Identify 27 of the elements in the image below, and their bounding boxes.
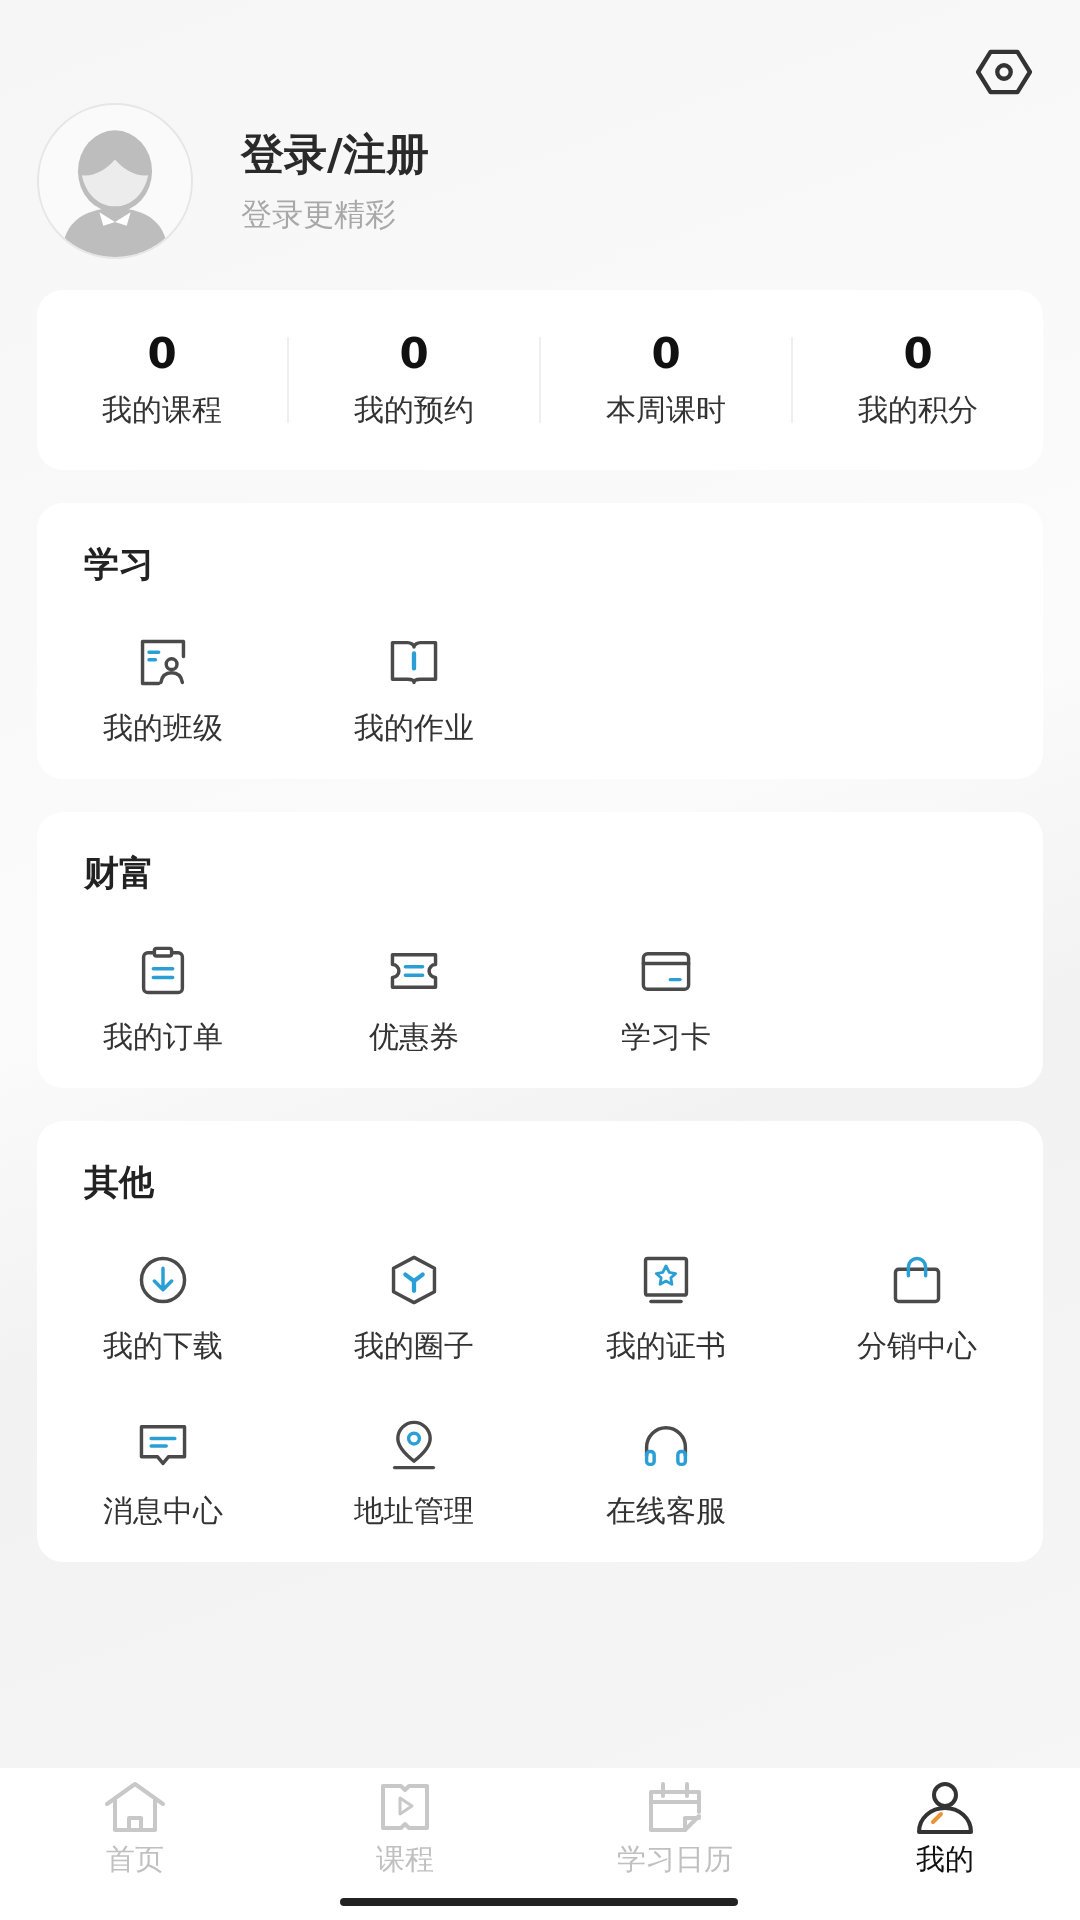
stat-value: 0 [651, 329, 681, 378]
stat-label[interactable]: 我的预约 [354, 390, 474, 431]
menu-item[interactable]: 优惠券 [369, 943, 460, 1058]
menu-item[interactable]: 我的订单 [102, 943, 223, 1058]
menu-item[interactable]: 我的作业 [354, 634, 475, 749]
settings-icon[interactable] [975, 48, 1033, 96]
login-title[interactable]: 登录/注册 [241, 126, 429, 184]
menu-item[interactable]: 消息中心 [102, 1417, 223, 1532]
stat-value: 0 [147, 329, 177, 378]
login-subtitle: 登录更精彩 [241, 195, 397, 234]
menu-item[interactable]: 我的班级 [102, 634, 223, 749]
stat-label[interactable]: 本周课时 [606, 390, 726, 431]
menu-item[interactable]: 我的证书 [605, 1252, 726, 1367]
menu-item[interactable]: 我的下载 [102, 1252, 223, 1367]
menu-item[interactable]: 我的圈子 [354, 1252, 475, 1367]
menu-item[interactable]: 地址管理 [354, 1417, 475, 1532]
menu-item[interactable]: 在线客服 [605, 1417, 726, 1532]
stat-label[interactable]: 我的课程 [102, 390, 222, 431]
menu-item[interactable]: 分销中心 [857, 1252, 978, 1367]
menu-item[interactable]: 学习卡 [620, 943, 711, 1058]
section-title: 其他 [83, 1161, 155, 1204]
tab[interactable]: 我的 [810, 1768, 1080, 1920]
stat-value: 0 [399, 329, 429, 378]
stat-value: 0 [903, 329, 933, 378]
section-title: 学习 [83, 543, 155, 586]
stat-label[interactable]: 我的积分 [858, 390, 978, 431]
section-title: 财富 [83, 852, 155, 895]
